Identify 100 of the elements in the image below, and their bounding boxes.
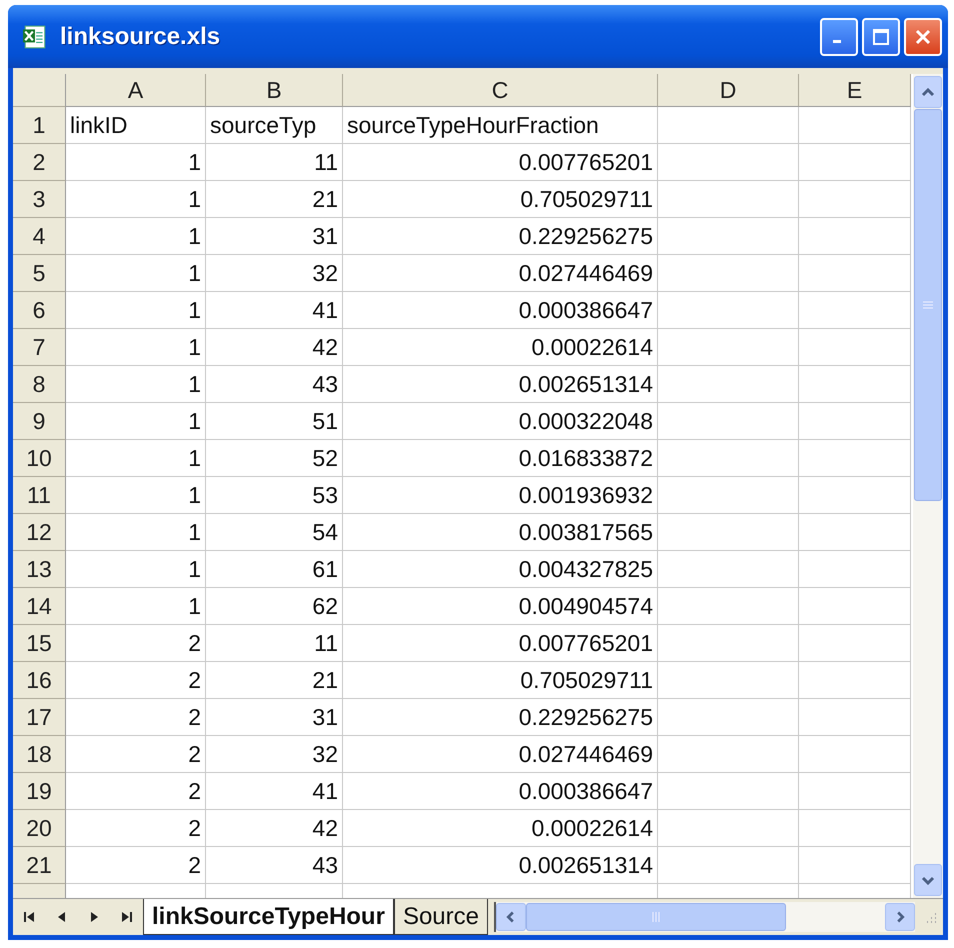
minimize-icon: [833, 40, 841, 43]
row-header[interactable]: 19: [13, 773, 66, 810]
table-cell: 2: [66, 847, 206, 884]
table-cell: 1: [66, 366, 206, 403]
row-header[interactable]: 16: [13, 662, 66, 699]
row-header[interactable]: 8: [13, 366, 66, 403]
table-cell: 0.007765201: [343, 144, 658, 181]
column-header[interactable]: A: [66, 74, 206, 107]
table-cell: 41: [206, 773, 343, 810]
grip-icon: [922, 300, 934, 310]
table-cell: 0.004904574: [343, 588, 658, 625]
table-cell: 52: [206, 440, 343, 477]
column-header[interactable]: D: [658, 74, 799, 107]
sheet-tab[interactable]: linkSourceTypeHour: [143, 899, 394, 935]
scroll-down-button[interactable]: [914, 864, 942, 896]
table-cell: 2: [66, 699, 206, 736]
window-title: linksource.xls: [60, 22, 222, 50]
maximize-button[interactable]: [862, 18, 900, 56]
minimize-button[interactable]: [820, 18, 858, 56]
table-cell: 61: [206, 551, 343, 588]
table-cell: linkID: [66, 107, 206, 144]
table-cell: 0.229256275: [343, 699, 658, 736]
row-header[interactable]: 4: [13, 218, 66, 255]
table-cell: 43: [206, 366, 343, 403]
table-cell: 1: [66, 329, 206, 366]
scroll-left-button[interactable]: [496, 903, 526, 931]
table-cell: 11: [206, 625, 343, 662]
grip-icon: [650, 911, 661, 923]
table-cell: 0.016833872: [343, 440, 658, 477]
table-cell: 0.027446469: [343, 736, 658, 773]
sheet-tab[interactable]: Source: [394, 899, 488, 935]
table-cell: 1: [66, 440, 206, 477]
row-header[interactable]: 17: [13, 699, 66, 736]
table-cell: 0.002651314: [343, 847, 658, 884]
column-header[interactable]: B: [206, 74, 343, 107]
last-sheet-icon[interactable]: [119, 910, 133, 924]
table-cell: 0.001936932: [343, 477, 658, 514]
table-cell: 1: [66, 181, 206, 218]
row-header[interactable]: 20: [13, 810, 66, 847]
row-header[interactable]: 7: [13, 329, 66, 366]
table-cell: 0.00022614: [343, 810, 658, 847]
row-header[interactable]: 13: [13, 551, 66, 588]
row-header[interactable]: 2: [13, 144, 66, 181]
table-cell: 32: [206, 255, 343, 292]
table-cell: 54: [206, 514, 343, 551]
table-cell: 0.000386647: [343, 773, 658, 810]
table-cell: 0.003817565: [343, 514, 658, 551]
table-cell: 2: [66, 662, 206, 699]
table-cell: sourceTypeHourFraction: [343, 107, 658, 144]
table-cell: 0.000322048: [343, 403, 658, 440]
column-header[interactable]: C: [343, 74, 658, 107]
table-cell: 11: [206, 144, 343, 181]
row-header[interactable]: 18: [13, 736, 66, 773]
table-cell: 2: [66, 810, 206, 847]
scroll-up-button[interactable]: [914, 76, 942, 108]
row-header[interactable]: 6: [13, 292, 66, 329]
table-cell: 43: [206, 847, 343, 884]
table-cell: 51: [206, 403, 343, 440]
table-cell: 2: [66, 773, 206, 810]
row-header[interactable]: 9: [13, 403, 66, 440]
table-cell: 21: [206, 181, 343, 218]
row-header[interactable]: 10: [13, 440, 66, 477]
table-cell: 0.000386647: [343, 292, 658, 329]
table-cell: 21: [206, 662, 343, 699]
scroll-right-button[interactable]: [885, 903, 915, 931]
table-cell: 2: [66, 736, 206, 773]
row-header[interactable]: 21: [13, 847, 66, 884]
first-sheet-icon[interactable]: [23, 910, 37, 924]
table-cell: 1: [66, 403, 206, 440]
maximize-icon: [871, 26, 891, 46]
row-header[interactable]: 3: [13, 181, 66, 218]
table-cell: 1: [66, 551, 206, 588]
row-header[interactable]: 11: [13, 477, 66, 514]
table-cell: 1: [66, 218, 206, 255]
table-cell: 0.002651314: [343, 366, 658, 403]
row-header[interactable]: 15: [13, 625, 66, 662]
table-cell: 31: [206, 699, 343, 736]
table-cell: 2: [66, 625, 206, 662]
table-cell: 41: [206, 292, 343, 329]
row-header[interactable]: 5: [13, 255, 66, 292]
scroll-thumb[interactable]: [914, 109, 942, 501]
table-cell: 0.229256275: [343, 218, 658, 255]
table-cell: 0.027446469: [343, 255, 658, 292]
spreadsheet-icon: [22, 24, 48, 50]
column-header[interactable]: E: [799, 74, 911, 107]
table-cell: 42: [206, 329, 343, 366]
horizontal-scrollbar[interactable]: [494, 902, 915, 932]
row-header[interactable]: 12: [13, 514, 66, 551]
table-cell: 0.705029711: [343, 662, 658, 699]
table-cell: 0.007765201: [343, 625, 658, 662]
close-button[interactable]: [904, 18, 942, 56]
table-cell: 32: [206, 736, 343, 773]
row-header[interactable]: 1: [13, 107, 66, 144]
table-cell: 1: [66, 477, 206, 514]
row-header[interactable]: 14: [13, 588, 66, 625]
scroll-thumb[interactable]: [526, 903, 786, 931]
table-cell: 1: [66, 588, 206, 625]
table-cell: 1: [66, 292, 206, 329]
table-cell: 31: [206, 218, 343, 255]
vertical-scrollbar[interactable]: [913, 74, 943, 898]
